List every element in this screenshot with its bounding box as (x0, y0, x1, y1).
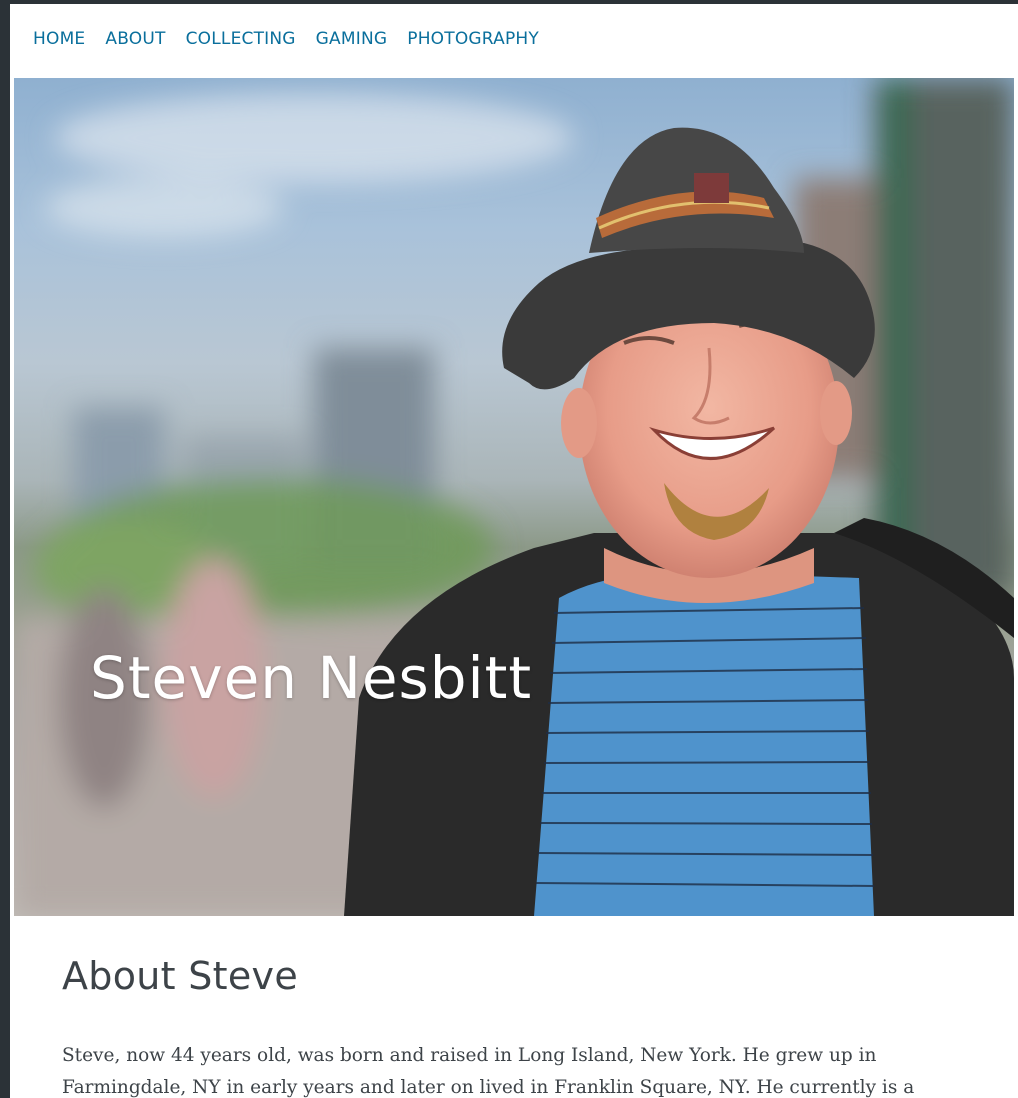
nav-item-home[interactable]: HOME (33, 29, 85, 49)
page-frame: HOME ABOUT COLLECTING GAMING PHOTOGRAPHY (10, 4, 1018, 1098)
nav-item-photography[interactable]: PHOTOGRAPHY (407, 29, 539, 49)
about-paragraph: Steve, now 44 years old, was born and ra… (62, 1045, 915, 1098)
nav-list: HOME ABOUT COLLECTING GAMING PHOTOGRAPHY (33, 28, 539, 50)
hero-title: Steven Nesbitt (90, 644, 533, 712)
about-heading: About Steve (62, 954, 298, 998)
about-section: About Steve Steve, now 44 years old, was… (10, 916, 1018, 1098)
hero-banner: Steven Nesbitt (14, 78, 1014, 916)
main-nav: HOME ABOUT COLLECTING GAMING PHOTOGRAPHY (10, 4, 1018, 78)
hero-photo (14, 78, 1014, 916)
nav-item-about[interactable]: ABOUT (105, 29, 165, 49)
nav-item-collecting[interactable]: COLLECTING (186, 29, 296, 49)
nav-item-gaming[interactable]: GAMING (316, 29, 388, 49)
